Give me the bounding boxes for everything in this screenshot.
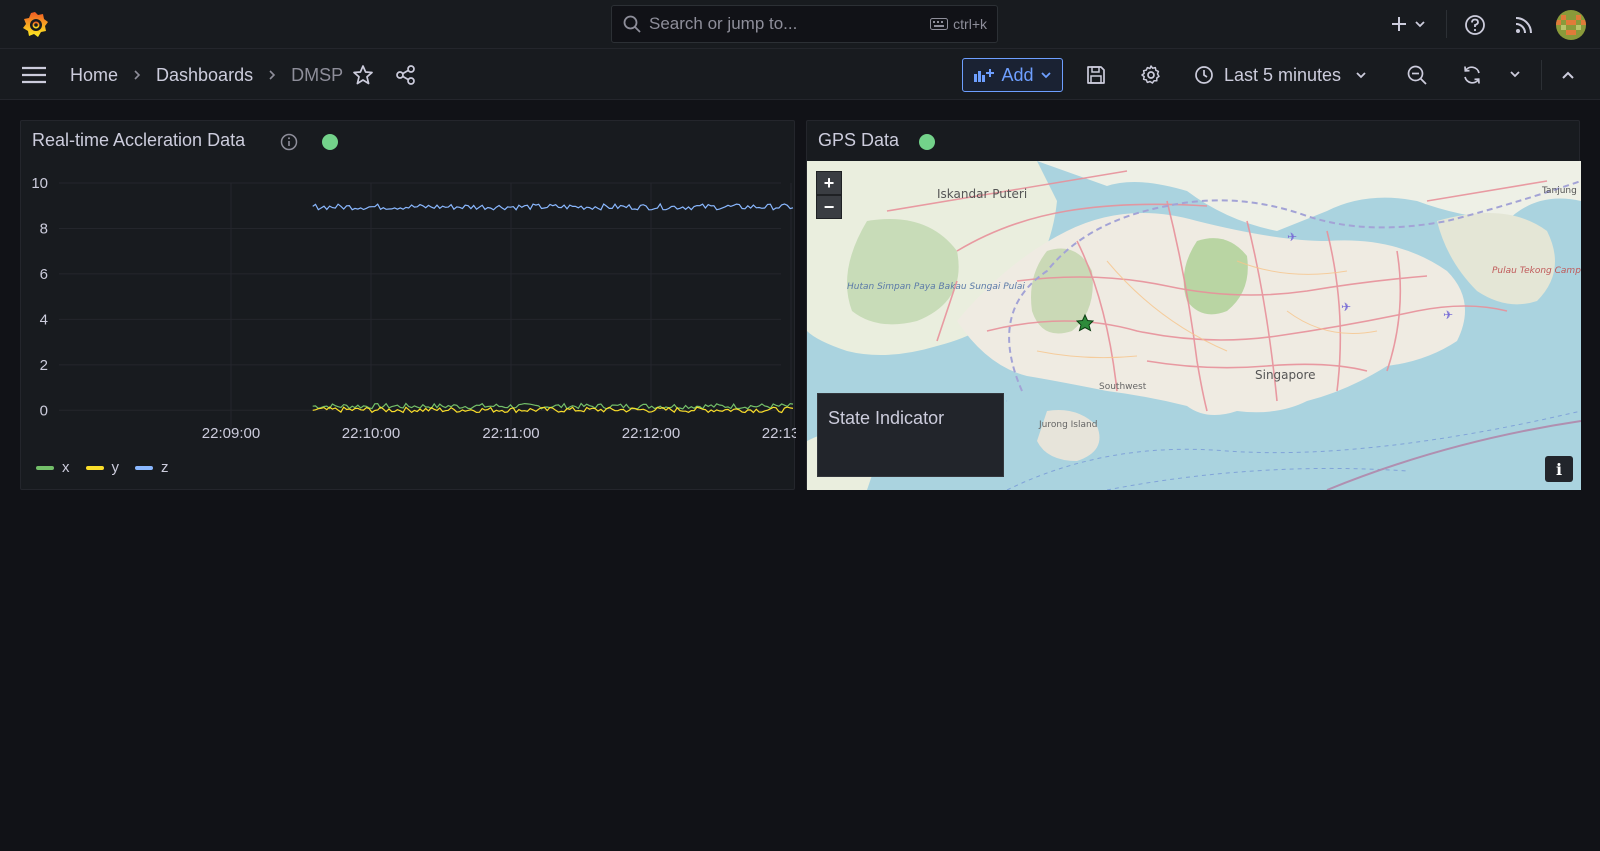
breadcrumb-current: DMSP	[291, 64, 344, 85]
search-icon	[623, 15, 641, 33]
save-dashboard-button[interactable]	[1084, 63, 1108, 87]
legend-label: z	[161, 459, 169, 476]
legend-swatch	[85, 465, 104, 470]
refresh-button[interactable]	[1460, 63, 1484, 87]
map-label: Singapore	[1255, 368, 1316, 382]
star-icon	[353, 65, 373, 85]
search-shortcut-label: ctrl+k	[953, 16, 987, 32]
chevron-down-icon	[1510, 71, 1520, 78]
gps-map[interactable]: ✈ ✈ ✈ Iskandar Puteri Singapore Hutan Si…	[807, 161, 1581, 490]
user-avatar[interactable]	[1556, 10, 1586, 40]
add-panel-button[interactable]: Add	[962, 58, 1063, 92]
svg-text:✈: ✈	[1341, 300, 1351, 314]
map-label: Tanjung	[1541, 186, 1577, 196]
search-placeholder: Search or jump to...	[649, 14, 798, 33]
legend-swatch	[36, 465, 54, 470]
y-tick-label: 2	[40, 357, 48, 374]
breadcrumb-dashboards[interactable]: Dashboards	[156, 65, 253, 86]
hamburger-icon	[22, 66, 46, 84]
map-zoom-in-button[interactable]: +	[816, 171, 842, 195]
search-shortcut: ctrl+k	[930, 16, 987, 32]
share-icon	[396, 65, 415, 85]
map-label: Pulau Tekong Camp	[1492, 266, 1581, 276]
dashboard-settings-button[interactable]	[1139, 63, 1163, 87]
y-tick-label: 10	[31, 175, 48, 192]
legend-swatch	[135, 465, 153, 470]
svg-text:✈: ✈	[1287, 230, 1297, 244]
legend-item-z[interactable]: z	[135, 459, 169, 476]
state-indicator-label: State Indicator	[828, 408, 945, 428]
news-button[interactable]	[1512, 13, 1536, 37]
chevron-down-icon	[1415, 21, 1425, 28]
x-tick-label: 22:09:00	[202, 425, 260, 442]
legend-item-x[interactable]: x	[36, 459, 70, 476]
y-tick-label: 8	[40, 220, 48, 237]
map-zoom-controls: + −	[816, 171, 842, 219]
top-bar: Search or jump to... ctrl+k	[0, 0, 1600, 49]
state-indicator-overlay: State Indicator	[817, 393, 1004, 477]
legend-label: y	[111, 459, 120, 476]
help-icon	[1465, 15, 1485, 35]
live-status-indicator	[919, 134, 935, 150]
help-button[interactable]	[1463, 13, 1487, 37]
live-status-indicator	[322, 134, 338, 150]
refresh-interval-dropdown[interactable]	[1506, 65, 1524, 83]
grafana-logo-icon[interactable]	[19, 9, 51, 41]
x-tick-label: 22:10:00	[342, 425, 400, 442]
x-tick-label: 22:11:00	[482, 425, 539, 442]
clock-icon	[1195, 66, 1213, 84]
share-button[interactable]	[394, 63, 418, 87]
series-line-z[interactable]	[312, 202, 794, 211]
x-tick-label: 22:13:00	[762, 425, 796, 442]
panel-title[interactable]: GPS Data	[818, 130, 899, 151]
menu-toggle-button[interactable]	[20, 63, 48, 87]
map-label: Jurong Island	[1038, 420, 1097, 430]
zoom-out-time-button[interactable]	[1405, 63, 1429, 87]
panel-title[interactable]: Real-time Accleration Data	[32, 130, 245, 151]
map-label: Southwest	[1099, 382, 1147, 392]
chevron-right-icon	[134, 70, 141, 80]
gear-icon	[1141, 65, 1160, 84]
keyboard-icon	[930, 18, 949, 30]
y-tick-label: 4	[40, 311, 48, 328]
chart-legend: x y z	[36, 459, 169, 476]
plus-icon	[1392, 17, 1406, 31]
acceleration-chart[interactable]: 0 2 4 6 8 10 22:09:00 22:10:00 22:11:00 22:12:00 2…	[21, 161, 796, 461]
chevron-up-icon	[1562, 71, 1574, 79]
gps-panel[interactable]: GPS Data ✈ ✈ ✈ Iskandar Puteri Singapore…	[806, 120, 1581, 490]
map-zoom-out-button[interactable]: −	[816, 195, 842, 219]
zoom-out-icon	[1407, 65, 1427, 85]
info-icon[interactable]	[280, 133, 298, 151]
chevron-down-icon	[1040, 72, 1051, 79]
legend-label: x	[62, 459, 70, 476]
time-range-label: Last 5 minutes	[1224, 64, 1342, 85]
chevron-right-icon	[269, 70, 276, 80]
save-icon	[1087, 66, 1105, 84]
x-tick-label: 22:12:00	[622, 425, 680, 442]
new-menu-button[interactable]	[1386, 12, 1430, 36]
y-tick-label: 0	[40, 402, 48, 419]
divider	[1541, 60, 1542, 90]
legend-item-y[interactable]: y	[85, 459, 120, 476]
chevron-down-icon	[1356, 72, 1366, 79]
map-label: Hutan Simpan Paya Bakau Sungai Pulai	[847, 282, 1025, 292]
breadcrumb: Home Dashboards DMSP	[70, 62, 343, 88]
time-range-picker[interactable]: Last 5 minutes	[1194, 60, 1367, 90]
svg-text:✈: ✈	[1443, 308, 1453, 322]
add-label: Add	[1001, 64, 1034, 85]
map-label: Iskandar Puteri	[937, 187, 1027, 201]
y-tick-label: 6	[40, 266, 48, 283]
rss-icon	[1515, 17, 1532, 34]
refresh-icon	[1464, 66, 1480, 84]
acceleration-panel[interactable]: Real-time Accleration Data 0 2 4 6 8 10 22:09:…	[20, 120, 796, 490]
divider	[1446, 10, 1447, 38]
breadcrumb-home[interactable]: Home	[70, 65, 118, 86]
map-attribution-button[interactable]: i	[1545, 456, 1573, 482]
search-bar[interactable]: Search or jump to... ctrl+k	[611, 5, 998, 43]
add-panel-icon	[974, 69, 995, 82]
collapse-nav-button[interactable]	[1557, 64, 1579, 86]
favorite-button[interactable]	[351, 63, 375, 87]
